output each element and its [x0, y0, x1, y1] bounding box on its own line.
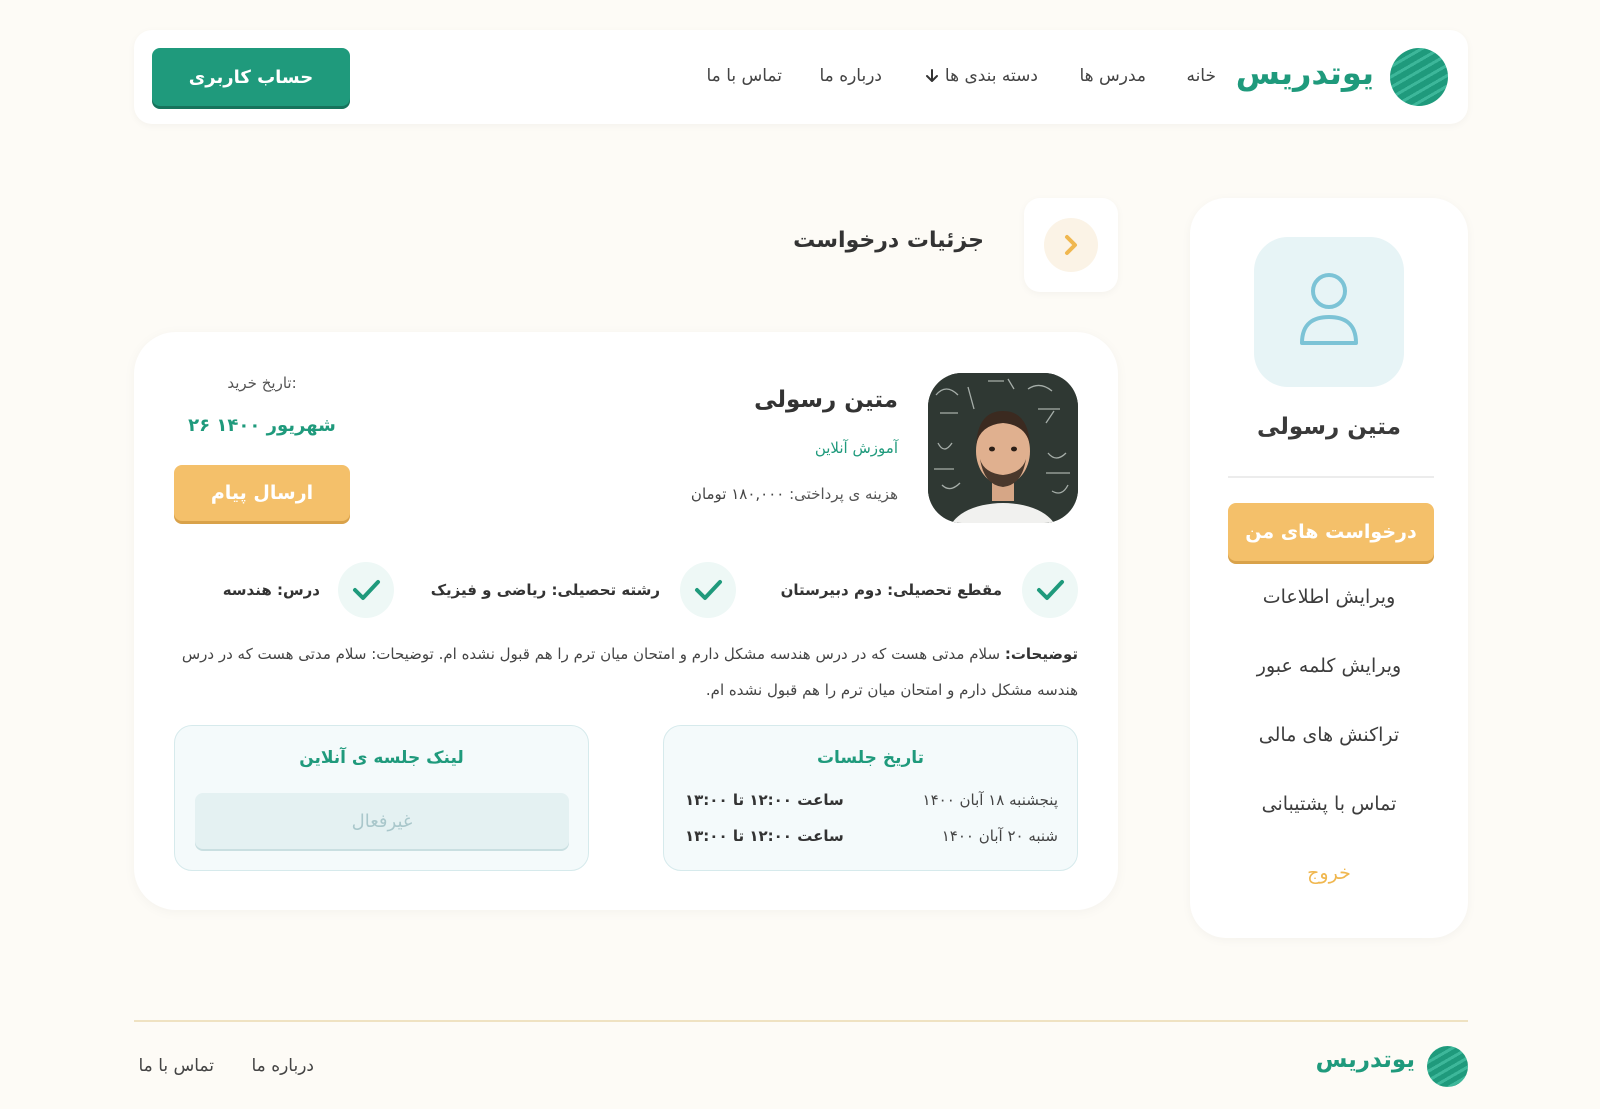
sidebar-item-edit-password[interactable]: ویرایش کلمه عبور	[1190, 655, 1468, 677]
session-type: آموزش آنلاین	[814, 439, 898, 457]
nav-categories-label: دسته بندی ها	[944, 66, 1038, 86]
brand-logo-text[interactable]: یوتدریس	[1230, 54, 1374, 92]
sidebar-item-my-requests[interactable]: درخواست های من	[1228, 503, 1434, 561]
description-text: سلام مدتی هست که در درس هندسه مشکل دارم …	[181, 645, 1078, 699]
nav-contact[interactable]: تماس با ما	[696, 66, 783, 86]
fee-value: ۱۸۰,۰۰۰ تومان	[690, 485, 785, 503]
request-description: توضیحات: سلام مدتی هست که در درس هندسه م…	[174, 636, 1078, 708]
logo-icon[interactable]	[1390, 48, 1448, 106]
online-link-button[interactable]: غیرفعال	[195, 793, 569, 849]
description-label: توضیحات:	[1004, 645, 1078, 663]
teacher-photo	[928, 373, 1078, 523]
account-button[interactable]: حساب کاربری	[152, 48, 350, 106]
send-message-button[interactable]: ارسال پیام	[174, 465, 350, 521]
nav-home[interactable]: خانه	[1180, 66, 1216, 86]
arrow-down-icon	[925, 68, 939, 84]
back-button[interactable]	[1024, 198, 1118, 292]
avatar	[1254, 237, 1404, 387]
nav-teachers[interactable]: مدرس ها	[1066, 66, 1146, 86]
attribute-field: رشته تحصیلی: ریاضی و فیزیک	[430, 581, 660, 599]
footer-divider	[134, 1020, 1468, 1022]
teacher-name: متین رسولی	[754, 387, 898, 413]
online-link-title: لینک جلسه ی آنلاین	[299, 748, 464, 768]
session-time: ساعت ۱۲:۰۰ تا ۱۳:۰۰	[685, 827, 844, 845]
check-icon	[680, 562, 736, 618]
sidebar-divider	[1228, 476, 1434, 478]
footer-contact-link[interactable]: تماس با ما	[134, 1056, 215, 1076]
fee-label: هزینه ی پرداختی:	[789, 485, 898, 503]
session-time: ساعت ۱۲:۰۰ تا ۱۳:۰۰	[685, 791, 844, 809]
session-date: پنجشنبه ۱۸ آبان ۱۴۰۰	[922, 791, 1058, 809]
sidebar-item-transactions[interactable]: تراکنش های مالی	[1190, 724, 1468, 746]
user-icon	[1296, 271, 1362, 353]
sidebar-item-exit[interactable]: خروج	[1190, 862, 1468, 884]
session-date: شنبه ۲۰ آبان ۱۴۰۰	[941, 827, 1058, 845]
sidebar-item-edit-info[interactable]: ویرایش اطلاعات	[1190, 586, 1468, 608]
nav-about[interactable]: درباره ما	[806, 66, 883, 86]
check-icon	[338, 562, 394, 618]
page-title: جزئیات درخواست	[793, 228, 984, 253]
purchase-date-value: ۲۶ شهریور ۱۴۰۰	[188, 415, 336, 436]
check-icon	[1022, 562, 1078, 618]
fee-row: هزینه ی پرداختی: ۱۸۰,۰۰۰ تومان	[600, 485, 898, 503]
sidebar-user-name: متین رسولی	[1257, 414, 1401, 440]
chevron-right-icon	[1044, 218, 1098, 272]
attribute-subject: درس: هندسه	[222, 581, 320, 599]
footer-brand[interactable]: یوتدریس	[1300, 1047, 1415, 1073]
attribute-grade: مقطع تحصیلی: دوم دبیرستان	[780, 581, 1002, 599]
sidebar-item-support[interactable]: تماس با پشتیبانی	[1190, 793, 1468, 815]
nav-categories[interactable]: دسته بندی ها	[914, 66, 1038, 86]
footer-about-link[interactable]: درباره ما	[250, 1056, 315, 1076]
purchase-date-label: تاریخ خرید:	[227, 374, 297, 392]
sessions-title: تاریخ جلسات	[816, 748, 925, 768]
footer-logo-icon[interactable]	[1427, 1046, 1468, 1087]
